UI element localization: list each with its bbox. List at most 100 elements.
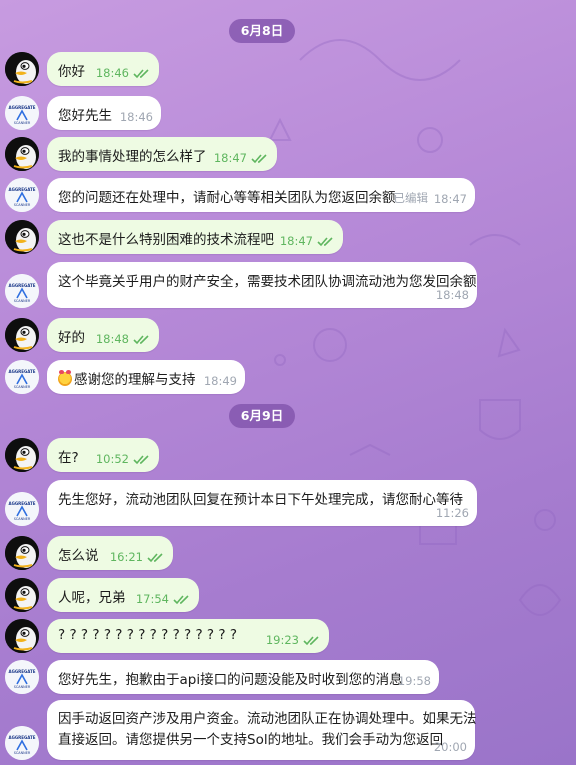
incoming-message-bubble[interactable]: 您好先生，抱歉由于api接口的问题没能及时收到您的消息 19:58 bbox=[47, 660, 439, 694]
svg-text:SCANNER: SCANNER bbox=[14, 685, 31, 689]
svg-text:AGGREGATE: AGGREGATE bbox=[8, 669, 35, 674]
message-timestamp: 18:46 bbox=[95, 66, 129, 80]
message-text: 好的 bbox=[58, 326, 85, 346]
double-check-icon bbox=[133, 67, 151, 79]
outgoing-message-bubble[interactable]: 你好 18:46 bbox=[47, 52, 159, 86]
message-text: 您好先生 bbox=[58, 104, 112, 124]
date-separator-jun9: 6月9日 bbox=[229, 404, 295, 428]
svg-text:AGGREGATE: AGGREGATE bbox=[8, 735, 35, 740]
svg-text:AGGREGATE: AGGREGATE bbox=[8, 105, 35, 110]
support-logo-avatar[interactable]: AGGREGATE SCANNER bbox=[5, 726, 39, 760]
message-timestamp: 18:48 bbox=[435, 288, 469, 302]
outgoing-message-bubble[interactable]: 怎么说 16:21 bbox=[47, 536, 173, 570]
outgoing-message-bubble[interactable]: 我的事情处理的怎么样了 18:47 bbox=[47, 137, 277, 171]
message-timestamp: 18:48 bbox=[95, 332, 129, 346]
message-timestamp: 18:47 bbox=[213, 151, 247, 165]
double-check-icon bbox=[303, 634, 321, 646]
message-text-content: 怎么说 bbox=[58, 548, 99, 564]
message-timestamp: 11:26 bbox=[435, 506, 469, 520]
message-text: 您的问题还在处理中，请耐心等等相关团队为您返回余额 bbox=[58, 186, 396, 206]
message-text-content: ? ? ? ? ? ? ? ? ? ? ? ? ? ? ? ? bbox=[58, 627, 238, 643]
message-timestamp: 16:21 bbox=[109, 550, 143, 564]
svg-text:SCANNER: SCANNER bbox=[14, 517, 31, 521]
svg-text:AGGREGATE: AGGREGATE bbox=[8, 501, 35, 506]
message-text: 怎么说 bbox=[58, 544, 99, 564]
penguin-avatar[interactable] bbox=[5, 52, 39, 86]
message-text-content: 这个毕竟关乎用户的财产安全，需要技术团队协调流动池为您发回余额 bbox=[58, 274, 477, 290]
message-text: 因手动返回资产涉及用户资金。流动池团队正在协调处理中。如果无法 bbox=[58, 707, 477, 727]
svg-text:AGGREGATE: AGGREGATE bbox=[8, 187, 35, 192]
support-logo-avatar[interactable]: AGGREGATE SCANNER bbox=[5, 660, 39, 694]
edited-label: 已编辑 bbox=[393, 191, 429, 205]
support-logo-avatar[interactable]: AGGREGATE SCANNER bbox=[5, 274, 39, 308]
message-text-content: 您好先生 bbox=[58, 108, 112, 124]
svg-text:SCANNER: SCANNER bbox=[14, 299, 31, 303]
outgoing-message-bubble[interactable]: 人呢，兄弟 17:54 bbox=[47, 578, 199, 612]
message-text: 在? bbox=[58, 446, 79, 466]
message-text-content: 您好先生，抱歉由于api接口的问题没能及时收到您的消息 bbox=[58, 672, 403, 688]
incoming-message-bubble[interactable]: 这个毕竟关乎用户的财产安全，需要技术团队协调流动池为您发回余额 18:48 bbox=[47, 262, 477, 308]
date-separator-jun8: 6月8日 bbox=[229, 19, 295, 43]
message-timestamp: 10:52 bbox=[95, 452, 129, 466]
message-timestamp: 19:58 bbox=[397, 674, 431, 688]
message-text-line2: 直接返回。请您提供另一个支持Sol的地址。我们会手动为您返回 bbox=[58, 732, 444, 748]
smiling-face-hearts-emoji bbox=[58, 370, 72, 386]
penguin-avatar[interactable] bbox=[5, 619, 39, 653]
svg-text:SCANNER: SCANNER bbox=[14, 385, 31, 389]
incoming-message-bubble[interactable]: 您好先生 18:46 bbox=[47, 96, 161, 130]
message-text: 人呢，兄弟 bbox=[58, 586, 126, 606]
message-timestamp: 17:54 bbox=[135, 592, 169, 606]
support-logo-avatar[interactable]: AGGREGATE SCANNER bbox=[5, 492, 39, 526]
message-timestamp: 18:49 bbox=[203, 374, 237, 388]
outgoing-message-bubble[interactable]: ? ? ? ? ? ? ? ? ? ? ? ? ? ? ? ? 19:23 bbox=[47, 619, 329, 653]
double-check-icon bbox=[147, 551, 165, 563]
outgoing-message-bubble[interactable]: 这也不是什么特别困难的技术流程吧 18:47 bbox=[47, 220, 343, 254]
svg-text:AGGREGATE: AGGREGATE bbox=[8, 369, 35, 374]
message-text-content: 在? bbox=[58, 450, 79, 466]
incoming-message-bubble[interactable]: 感谢您的理解与支持 18:49 bbox=[47, 360, 245, 394]
support-logo-avatar[interactable]: AGGREGATE SCANNER bbox=[5, 360, 39, 394]
message-text-content: 人呢，兄弟 bbox=[58, 590, 126, 606]
message-timestamp: 19:23 bbox=[265, 633, 299, 647]
incoming-message-bubble[interactable]: 您的问题还在处理中，请耐心等等相关团队为您返回余额 18:47 已编辑 bbox=[47, 178, 475, 212]
penguin-avatar[interactable] bbox=[5, 438, 39, 472]
double-check-icon bbox=[133, 333, 151, 345]
penguin-avatar[interactable] bbox=[5, 578, 39, 612]
svg-text:SCANNER: SCANNER bbox=[14, 121, 31, 125]
incoming-message-bubble[interactable]: 先生您好，流动池团队回复在预计本日下午处理完成，请您耐心等待 11:26 bbox=[47, 480, 477, 526]
svg-text:AGGREGATE: AGGREGATE bbox=[8, 283, 35, 288]
double-check-icon bbox=[251, 152, 269, 164]
outgoing-message-bubble[interactable]: 在? 10:52 bbox=[47, 438, 159, 472]
penguin-avatar[interactable] bbox=[5, 536, 39, 570]
message-text-content: 您的问题还在处理中，请耐心等等相关团队为您返回余额 bbox=[58, 190, 396, 206]
message-text-content: 好的 bbox=[58, 330, 85, 346]
incoming-message-bubble[interactable]: 因手动返回资产涉及用户资金。流动池团队正在协调处理中。如果无法 直接返回。请您提供… bbox=[47, 700, 477, 760]
svg-text:SCANNER: SCANNER bbox=[14, 751, 31, 755]
message-text: ? ? ? ? ? ? ? ? ? ? ? ? ? ? ? ? bbox=[58, 627, 237, 643]
message-timestamp: 18:47 bbox=[279, 234, 313, 248]
message-text: 您好先生，抱歉由于api接口的问题没能及时收到您的消息 bbox=[58, 668, 403, 688]
support-logo-avatar[interactable]: AGGREGATE SCANNER bbox=[5, 178, 39, 212]
message-text-content: 因手动返回资产涉及用户资金。流动池团队正在协调处理中。如果无法 bbox=[58, 711, 477, 727]
message-text-content: 我的事情处理的怎么样了 bbox=[58, 149, 207, 165]
support-logo-avatar[interactable]: AGGREGATE SCANNER bbox=[5, 96, 39, 130]
double-check-icon bbox=[317, 235, 335, 247]
svg-text:SCANNER: SCANNER bbox=[14, 203, 31, 207]
message-text: 先生您好，流动池团队回复在预计本日下午处理完成，请您耐心等待 bbox=[58, 488, 463, 508]
message-text-content: 感谢您的理解与支持 bbox=[74, 372, 196, 388]
message-timestamp: 20:00 bbox=[433, 740, 467, 754]
message-text: 你好 bbox=[58, 60, 85, 80]
message-text-content: 你好 bbox=[58, 64, 85, 80]
message-text: 我的事情处理的怎么样了 bbox=[58, 145, 207, 165]
penguin-avatar[interactable] bbox=[5, 318, 39, 352]
message-timestamp: 18:47 bbox=[433, 192, 467, 206]
message-text-content: 先生您好，流动池团队回复在预计本日下午处理完成，请您耐心等待 bbox=[58, 492, 463, 508]
message-text: 这也不是什么特别困难的技术流程吧 bbox=[58, 228, 274, 248]
double-check-icon bbox=[173, 593, 191, 605]
message-text: 这个毕竟关乎用户的财产安全，需要技术团队协调流动池为您发回余额 bbox=[58, 270, 477, 290]
message-timestamp: 18:46 bbox=[119, 110, 153, 124]
outgoing-message-bubble[interactable]: 好的 18:48 bbox=[47, 318, 159, 352]
message-text: 感谢您的理解与支持 bbox=[58, 368, 196, 388]
penguin-avatar[interactable] bbox=[5, 220, 39, 254]
penguin-avatar[interactable] bbox=[5, 137, 39, 171]
